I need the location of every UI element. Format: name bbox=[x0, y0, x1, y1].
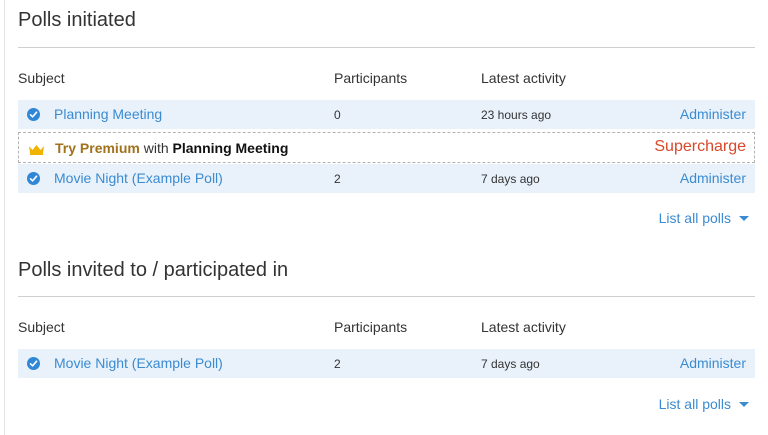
crown-icon bbox=[28, 142, 45, 160]
check-circle-icon bbox=[27, 357, 40, 370]
table-row[interactable]: Movie Night (Example Poll) 2 7 days ago … bbox=[18, 349, 755, 378]
table-row[interactable]: Planning Meeting 0 23 hours ago Administ… bbox=[18, 100, 755, 129]
column-header-subject: Subject bbox=[18, 319, 65, 335]
column-header-participants: Participants bbox=[334, 70, 408, 86]
latest-activity: 7 days ago bbox=[481, 172, 540, 186]
section-title: Polls invited to / participated in bbox=[18, 259, 289, 281]
check-circle-icon bbox=[27, 108, 40, 121]
caret-down-icon bbox=[739, 401, 749, 407]
polls-invited-section: Polls invited to / participated in Subje… bbox=[18, 250, 755, 435]
supercharge-link[interactable]: Supercharge bbox=[654, 138, 746, 156]
poll-link[interactable]: Movie Night (Example Poll) bbox=[54, 355, 223, 371]
list-all-polls-label: List all polls bbox=[658, 210, 731, 226]
column-header-latest-activity: Latest activity bbox=[481, 70, 566, 86]
list-all-polls-link[interactable]: List all polls bbox=[659, 396, 749, 412]
divider bbox=[18, 296, 755, 297]
latest-activity: 7 days ago bbox=[481, 357, 540, 371]
column-header-participants: Participants bbox=[334, 319, 408, 335]
administer-link[interactable]: Administer bbox=[680, 106, 746, 122]
list-all-polls-label: List all polls bbox=[658, 396, 731, 412]
page-left-border bbox=[4, 0, 5, 435]
participants-count: 0 bbox=[334, 108, 341, 122]
column-header-latest-activity: Latest activity bbox=[481, 319, 566, 335]
participants-count: 2 bbox=[334, 172, 341, 186]
column-header-subject: Subject bbox=[18, 70, 65, 86]
premium-poll-name: Planning Meeting bbox=[172, 140, 289, 156]
poll-link[interactable]: Movie Night (Example Poll) bbox=[54, 170, 223, 186]
section-title: Polls initiated bbox=[18, 9, 136, 31]
administer-link[interactable]: Administer bbox=[680, 355, 746, 371]
caret-down-icon bbox=[739, 215, 749, 221]
table-row[interactable]: Movie Night (Example Poll) 2 7 days ago … bbox=[18, 164, 755, 193]
divider bbox=[18, 47, 755, 48]
polls-initiated-section: Polls initiated Subject Participants Lat… bbox=[18, 0, 755, 240]
try-premium-label[interactable]: Try Premium bbox=[55, 140, 140, 156]
premium-message: Try Premium with Planning Meeting bbox=[55, 140, 288, 156]
participants-count: 2 bbox=[334, 357, 341, 371]
check-circle-icon bbox=[27, 172, 40, 185]
premium-with-text: with bbox=[143, 140, 169, 156]
list-all-polls-link[interactable]: List all polls bbox=[659, 210, 749, 226]
latest-activity: 23 hours ago bbox=[481, 108, 552, 122]
administer-link[interactable]: Administer bbox=[680, 170, 746, 186]
premium-upsell-row[interactable]: Try Premium with Planning Meeting Superc… bbox=[18, 132, 755, 163]
poll-link[interactable]: Planning Meeting bbox=[54, 106, 162, 122]
